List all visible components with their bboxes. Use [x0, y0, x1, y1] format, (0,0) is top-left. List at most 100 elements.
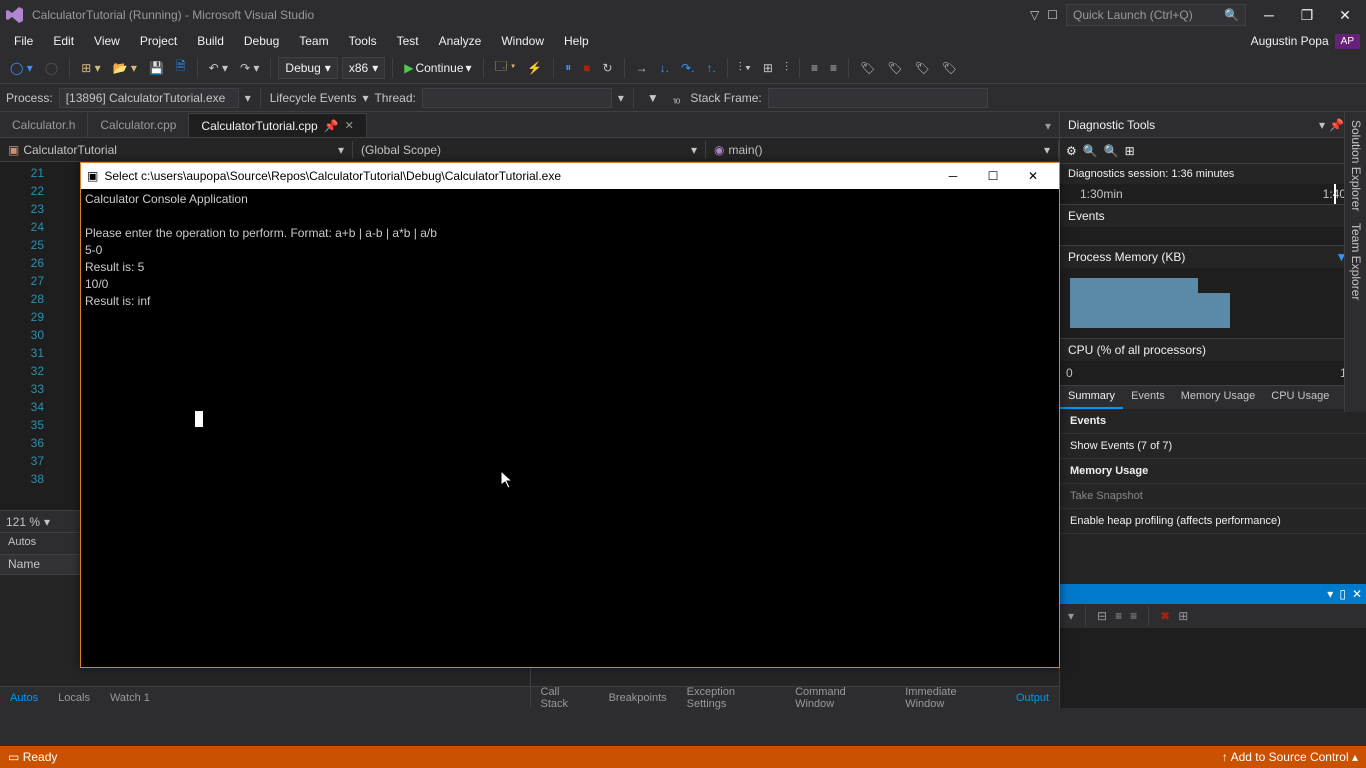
diagnostic-timeline[interactable]: 1:30min 1:40: [1060, 184, 1366, 204]
menu-test[interactable]: Test: [389, 32, 427, 50]
menu-help[interactable]: Help: [556, 32, 597, 50]
tab-breakpoints[interactable]: Breakpoints: [599, 689, 677, 707]
tool-icon[interactable]: ≡: [1130, 609, 1137, 623]
zoom-in-icon[interactable]: 🔍: [1083, 144, 1098, 158]
menu-tools[interactable]: Tools: [341, 32, 385, 50]
step-into-button[interactable]: ↓.: [656, 59, 673, 77]
clear-icon[interactable]: ✖: [1160, 609, 1170, 623]
menu-debug[interactable]: Debug: [236, 32, 287, 50]
dtab-memory[interactable]: Memory Usage: [1173, 386, 1264, 409]
new-project-button[interactable]: ⊞ ▾: [77, 59, 104, 77]
tab-autos[interactable]: Autos: [0, 689, 48, 707]
nav-project-dropdown[interactable]: ▣CalculatorTutorial▾: [0, 141, 353, 159]
tool-icon[interactable]: ≡: [1115, 609, 1122, 623]
dtab-cpu[interactable]: CPU Usage: [1263, 386, 1337, 409]
memory-chart[interactable]: 955 0: [1060, 268, 1366, 338]
hex-button[interactable]: ⊞: [759, 59, 777, 77]
menu-edit[interactable]: Edit: [45, 32, 82, 50]
close-button[interactable]: ✕: [1330, 7, 1360, 24]
dtab-events[interactable]: Events: [1123, 386, 1173, 409]
team-explorer-tab[interactable]: Team Explorer: [1348, 223, 1363, 300]
menu-view[interactable]: View: [86, 32, 128, 50]
indent-more-button[interactable]: ≡: [826, 59, 841, 77]
tool-icon[interactable]: ⊟: [1097, 609, 1107, 623]
feedback-icon[interactable]: ☐: [1047, 8, 1058, 22]
zoom-level[interactable]: 121 %: [6, 515, 40, 529]
notification-icon[interactable]: ▽: [1030, 8, 1039, 22]
wrap-icon[interactable]: ⊞: [1178, 609, 1188, 623]
autos-col-name[interactable]: Name: [8, 557, 40, 572]
thread-flag-button[interactable]: ⏨: [669, 89, 685, 107]
reset-view-icon[interactable]: ⊞: [1125, 144, 1135, 158]
minimize-button[interactable]: ─: [1254, 7, 1284, 23]
undo-button[interactable]: ↶ ▾: [205, 59, 232, 77]
show-events-link[interactable]: Show Events (7 of 7): [1060, 434, 1366, 459]
console-titlebar[interactable]: ▣ Select c:\users\aupopa\Source\Repos\Ca…: [81, 163, 1059, 189]
zoom-out-icon[interactable]: 🔍: [1104, 144, 1119, 158]
stack-frame-dropdown[interactable]: [768, 88, 988, 108]
pin-icon[interactable]: 📌: [1329, 118, 1344, 132]
tab-exception-settings[interactable]: Exception Settings: [677, 683, 785, 713]
menu-build[interactable]: Build: [189, 32, 232, 50]
tab-output[interactable]: Output: [1006, 689, 1059, 707]
save-button[interactable]: 💾: [145, 59, 168, 77]
console-body[interactable]: Calculator Console Application Please en…: [81, 189, 1059, 667]
menu-team[interactable]: Team: [291, 32, 336, 50]
tab-command-window[interactable]: Command Window: [785, 683, 895, 713]
lifecycle-label[interactable]: Lifecycle Events: [270, 91, 357, 105]
window-position-icon[interactable]: ▾: [1319, 118, 1325, 132]
enable-heap-profiling-link[interactable]: Enable heap profiling (affects performan…: [1060, 509, 1366, 534]
tab-calculatortutorial-cpp[interactable]: CalculatorTutorial.cpp 📌✕: [189, 113, 366, 137]
console-maximize-button[interactable]: ☐: [973, 169, 1013, 183]
cpu-chart[interactable]: 0 100: [1060, 361, 1366, 385]
browser-link-button[interactable]: 🗔 ▾: [491, 55, 520, 80]
take-snapshot-link[interactable]: Take Snapshot: [1060, 484, 1366, 509]
bookmark-clear-button[interactable]: 🏷: [938, 59, 961, 77]
redo-button[interactable]: ↷ ▾: [236, 59, 263, 77]
tool-a-button[interactable]: ⫶ ▾: [735, 58, 755, 77]
stop-button[interactable]: ■: [579, 59, 594, 77]
indent-less-button[interactable]: ≡: [807, 59, 822, 77]
user-name[interactable]: Augustin Popa: [1251, 34, 1329, 48]
step-over-button[interactable]: ↷.: [677, 59, 698, 77]
console-minimize-button[interactable]: ─: [933, 169, 973, 183]
user-badge[interactable]: AP: [1335, 34, 1360, 49]
menu-file[interactable]: File: [6, 32, 41, 50]
dtab-summary[interactable]: Summary: [1060, 386, 1123, 409]
tool-c-button[interactable]: ⫶: [781, 58, 792, 77]
tab-locals[interactable]: Locals: [48, 689, 100, 707]
menu-analyze[interactable]: Analyze: [431, 32, 490, 50]
tab-call-stack[interactable]: Call Stack: [531, 683, 599, 713]
console-close-button[interactable]: ✕: [1013, 169, 1053, 183]
process-dropdown[interactable]: [13896] CalculatorTutorial.exe: [59, 88, 239, 108]
settings-icon[interactable]: ⚙: [1066, 144, 1077, 158]
maximize-button[interactable]: ❐: [1292, 7, 1322, 24]
save-all-button[interactable]: 🗎: [172, 55, 190, 80]
nav-back-button[interactable]: ◯ ▾: [6, 59, 37, 77]
solution-explorer-tab[interactable]: Solution Explorer: [1348, 120, 1363, 211]
pin-icon[interactable]: 📌: [324, 119, 339, 133]
close-tab-icon[interactable]: ✕: [345, 119, 354, 132]
nav-function-dropdown[interactable]: ◉main()▾: [706, 141, 1059, 159]
menu-window[interactable]: Window: [493, 32, 552, 50]
bookmark-prev-button[interactable]: 🏷: [883, 59, 906, 77]
tab-watch1[interactable]: Watch 1: [100, 689, 160, 707]
pause-button[interactable]: ⏸: [561, 58, 575, 77]
restart-button[interactable]: ↻: [599, 59, 617, 77]
thread-dropdown[interactable]: [422, 88, 612, 108]
bookmark-next-button[interactable]: 🏷: [910, 59, 933, 77]
thread-filter-button[interactable]: ▼: [643, 89, 663, 107]
bookmark-button[interactable]: 🏷: [856, 59, 879, 77]
platform-dropdown[interactable]: x86▾: [342, 57, 385, 79]
tab-calculator-cpp[interactable]: Calculator.cpp: [88, 113, 189, 137]
step-out-button[interactable]: ↑.: [702, 59, 719, 77]
output-text-area[interactable]: [1060, 628, 1366, 708]
window-position-icon[interactable]: ▾: [1327, 587, 1333, 601]
add-to-source-control[interactable]: ↑ Add to Source Control ▴: [1222, 750, 1358, 764]
tab-calculator-h[interactable]: Calculator.h: [0, 113, 88, 137]
continue-button[interactable]: ▶ Continue ▾: [400, 59, 475, 77]
quick-launch-input[interactable]: Quick Launch (Ctrl+Q) 🔍: [1066, 4, 1246, 26]
nav-scope-dropdown[interactable]: (Global Scope)▾: [353, 141, 706, 159]
show-next-statement-button[interactable]: →: [632, 59, 652, 77]
pin-icon[interactable]: ▯: [1339, 587, 1346, 601]
